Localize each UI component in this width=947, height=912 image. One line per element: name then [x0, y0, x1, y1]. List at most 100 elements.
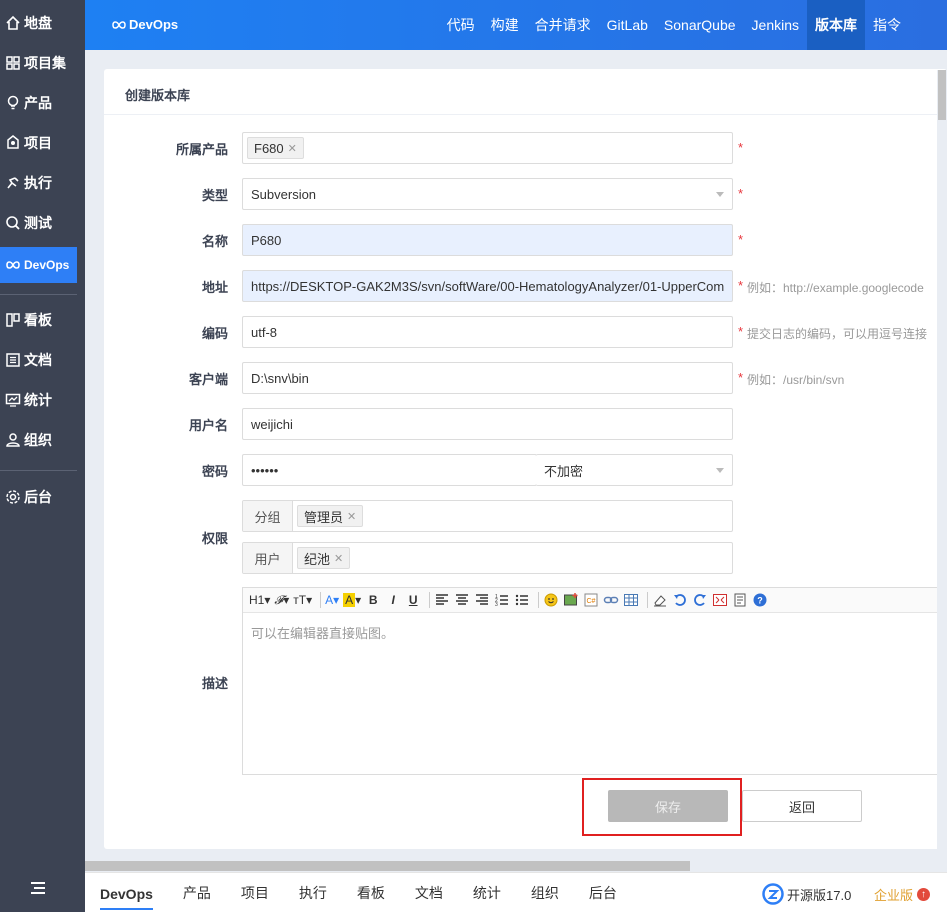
nav-merge-request[interactable]: 合并请求 — [527, 0, 599, 50]
footer-nav-product[interactable]: 产品 — [183, 873, 211, 912]
editor-toolbar: H1 ▾ 𝓕 ▾ тT ▾ A▾ A ▾ B I U 123 C# ? — [243, 588, 947, 613]
sidebar-item-program[interactable]: 项目集 — [0, 45, 85, 81]
footer-nav-devops[interactable]: DevOps — [100, 880, 153, 910]
password-input[interactable]: •••••• — [242, 454, 537, 486]
undo-icon[interactable] — [672, 590, 688, 610]
remove-tag-icon[interactable]: ✕ — [347, 510, 356, 523]
sidebar-item-doc[interactable]: 文档 — [0, 342, 85, 378]
run-icon — [4, 174, 22, 192]
password-label: 密码 — [201, 464, 228, 479]
remove-tag-icon[interactable]: ✕ — [334, 552, 343, 565]
app-logo[interactable]: DevOps — [111, 17, 178, 32]
template-icon[interactable] — [732, 590, 748, 610]
version-info[interactable]: 开源版17.0 — [762, 883, 851, 905]
footer-nav-kanban[interactable]: 看板 — [357, 873, 385, 912]
heading-button[interactable]: H1 ▾ — [249, 590, 270, 610]
nav-build[interactable]: 构建 — [483, 0, 527, 50]
name-input[interactable]: P680 — [242, 224, 733, 256]
horizontal-scrollbar[interactable] — [85, 861, 690, 871]
footer-nav-project[interactable]: 项目 — [241, 873, 269, 912]
url-input[interactable]: https://DESKTOP-GAK2M3S/svn/softWare/00-… — [242, 270, 733, 302]
acl-user-addon: 用户 — [243, 543, 293, 573]
nav-instruction[interactable]: 指令 — [865, 0, 947, 50]
font-family-button[interactable]: 𝓕 ▾ — [274, 590, 289, 610]
sidebar-item-company[interactable]: 组织 — [0, 422, 85, 458]
link-icon[interactable] — [603, 590, 619, 610]
sidebar-item-devops[interactable]: DevOps — [0, 247, 77, 283]
highlight-button[interactable]: A ▾ — [343, 590, 361, 610]
encoding-input[interactable]: utf-8 — [242, 316, 733, 348]
code-icon[interactable]: C# — [583, 590, 599, 610]
create-repo-panel: 创建版本库 所属产品 F680 ✕ * 类型 Subversion * 名称 P… — [104, 69, 947, 849]
bold-button[interactable]: B — [365, 590, 381, 610]
sidebar-item-qa[interactable]: 测试 — [0, 205, 85, 241]
font-color-button[interactable]: A▾ — [325, 590, 339, 610]
editor-placeholder[interactable]: 可以在编辑器直接贴图。 — [243, 613, 947, 652]
enterprise-upgrade[interactable]: 企业版 ↑ — [874, 885, 931, 904]
required-mark: * — [738, 186, 744, 201]
align-right-icon[interactable] — [474, 590, 490, 610]
font-size-button[interactable]: тT ▾ — [293, 590, 312, 610]
user-tag-text: 纪池 — [304, 551, 331, 567]
acl-user-select[interactable]: 用户 纪池 ✕ — [242, 542, 733, 574]
sidebar-item-admin[interactable]: 后台 — [0, 479, 85, 515]
italic-button[interactable]: I — [385, 590, 401, 610]
nav-code[interactable]: 代码 — [439, 0, 483, 50]
user-tag: 纪池 ✕ — [297, 547, 351, 569]
menu-collapse-icon[interactable] — [28, 880, 48, 896]
footer-nav-report[interactable]: 统计 — [473, 873, 501, 912]
encoding-label: 编码 — [201, 326, 228, 341]
sidebar-item-report[interactable]: 统计 — [0, 382, 85, 418]
required-mark: * — [738, 370, 744, 385]
footer-nav-admin[interactable]: 后台 — [589, 873, 617, 912]
emoji-icon[interactable] — [543, 590, 559, 610]
product-select[interactable]: F680 ✕ — [242, 132, 733, 164]
align-center-icon[interactable] — [454, 590, 470, 610]
fullscreen-icon[interactable] — [712, 590, 728, 610]
image-icon[interactable] — [563, 590, 579, 610]
ordered-list-icon[interactable]: 123 — [494, 590, 510, 610]
required-mark: * — [738, 232, 744, 247]
nav-repo[interactable]: 版本库 — [807, 0, 865, 50]
nav-sonarqube[interactable]: SonarQube — [656, 0, 744, 50]
sidebar-item-my[interactable]: 地盘 — [0, 5, 85, 41]
table-icon[interactable] — [623, 590, 639, 610]
required-mark: * — [738, 140, 744, 155]
infinity-icon — [112, 20, 126, 29]
footer-nav-company[interactable]: 组织 — [531, 873, 559, 912]
toolbar-divider — [320, 592, 322, 608]
footer-nav-execution[interactable]: 执行 — [299, 873, 327, 912]
product-tag-text: F680 — [254, 140, 284, 156]
scrollbar-thumb[interactable] — [938, 70, 946, 120]
nav-gitlab[interactable]: GitLab — [599, 0, 656, 50]
client-input[interactable]: D:\snv\bin — [242, 362, 733, 394]
sidebar-item-project[interactable]: 项目 — [0, 125, 85, 161]
nav-jenkins[interactable]: Jenkins — [744, 0, 807, 50]
acl-group-select[interactable]: 分组 管理员 ✕ — [242, 500, 733, 532]
sidebar-item-kanban[interactable]: 看板 — [0, 302, 85, 338]
vertical-scrollbar[interactable] — [937, 70, 947, 858]
sidebar-item-product[interactable]: 产品 — [0, 85, 85, 121]
encrypt-select[interactable]: 不加密 — [536, 454, 733, 486]
sidebar-item-label: 地盘 — [24, 15, 52, 31]
bullet-list-icon[interactable] — [514, 590, 530, 610]
eraser-icon[interactable] — [652, 590, 668, 610]
svg-text:C#: C# — [587, 598, 596, 605]
sidebar-item-label: 看板 — [24, 312, 52, 328]
underline-button[interactable]: U — [405, 590, 421, 610]
remove-tag-icon[interactable]: ✕ — [288, 142, 297, 155]
upgrade-icon: ↑ — [917, 888, 931, 901]
footer-nav-doc[interactable]: 文档 — [415, 873, 443, 912]
back-button[interactable]: 返回 — [742, 790, 862, 822]
product-tag: F680 ✕ — [247, 137, 304, 159]
help-icon[interactable]: ? — [752, 590, 768, 610]
sidebar-item-label: 项目集 — [24, 55, 66, 71]
username-input[interactable]: weijichi — [242, 408, 733, 440]
toolbar-divider — [429, 592, 431, 608]
sidebar-item-execution[interactable]: 执行 — [0, 165, 85, 201]
chevron-down-icon — [716, 468, 724, 473]
align-left-icon[interactable] — [434, 590, 450, 610]
type-select[interactable]: Subversion — [242, 178, 733, 210]
redo-icon[interactable] — [692, 590, 708, 610]
footer-nav: DevOps 产品 项目 执行 看板 文档 统计 组织 后台 — [100, 873, 647, 912]
